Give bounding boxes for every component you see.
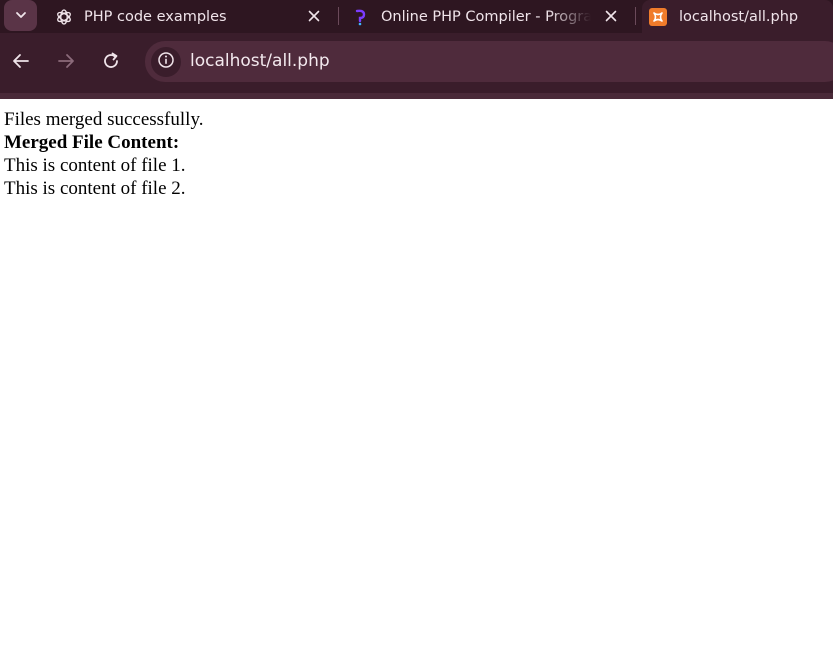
info-icon [157,51,175,73]
file-content-line: This is content of file 1. [4,155,186,176]
tab-title: localhost/all.php [679,8,799,25]
tab-strip: PHP code examples Online PHP Compiler - … [0,0,833,33]
tab-php-code-examples[interactable]: PHP code examples [55,0,330,33]
arrow-left-icon [11,51,31,75]
tab-title: PHP code examples [84,8,227,25]
browser-chrome: PHP code examples Online PHP Compiler - … [0,0,833,99]
forward-button[interactable] [54,51,78,75]
reload-icon [101,51,121,75]
tab-online-php-compiler[interactable]: Online PHP Compiler - Program [352,0,627,33]
address-bar[interactable]: localhost/all.php [145,41,833,82]
arrow-right-icon [56,51,76,75]
tab-separator [635,7,636,25]
page-content: Files merged successfully. Merged File C… [0,99,833,200]
tab-search-button[interactable] [4,0,37,31]
chevron-down-icon [15,6,27,25]
tab-title: Online PHP Compiler - Program [381,8,591,25]
back-button[interactable] [9,51,33,75]
reload-button[interactable] [99,51,123,75]
close-icon[interactable] [307,9,321,23]
merged-content-heading: Merged File Content: [4,132,180,153]
chatgpt-icon [55,8,73,26]
tab-separator [338,7,339,25]
xampp-icon [649,7,667,26]
programiz-icon [352,8,370,26]
toolbar: localhost/all.php [0,33,833,99]
file-content-line: This is content of file 2. [4,178,186,199]
site-info-button[interactable] [151,47,181,77]
status-message: Files merged successfully. [4,109,204,130]
tab-localhost-all-php[interactable]: localhost/all.php [642,0,833,33]
url-text[interactable]: localhost/all.php [190,51,330,71]
toolbar-divider [0,93,833,99]
close-icon[interactable] [604,9,618,23]
